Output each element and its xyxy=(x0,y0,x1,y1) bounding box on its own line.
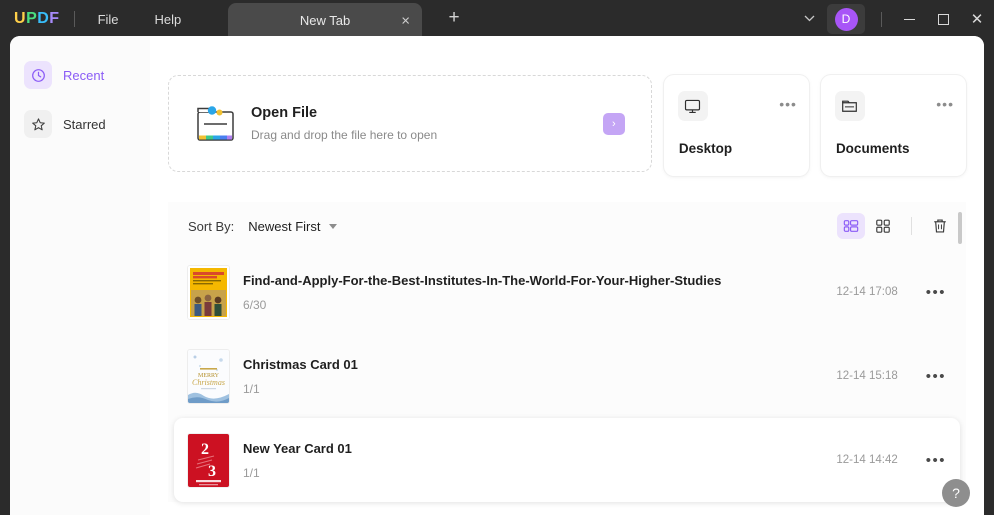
view-controls xyxy=(837,213,954,239)
recent-files-panel: Sort By: Newest First xyxy=(168,202,966,502)
monitor-icon xyxy=(678,91,708,121)
sidebar: Recent Starred xyxy=(10,36,150,515)
toolbar-divider xyxy=(911,217,912,235)
close-window-button[interactable]: ✕ xyxy=(960,0,994,38)
sidebar-item-label: Starred xyxy=(63,117,106,132)
place-card-label: Documents xyxy=(836,141,910,156)
file-pages: 6/30 xyxy=(243,298,836,312)
file-pages: 1/1 xyxy=(243,382,836,396)
file-pages: 1/1 xyxy=(243,466,836,480)
plus-icon[interactable]: + xyxy=(443,8,465,27)
logo-letter-u: U xyxy=(14,10,26,28)
title-bar: UPDF File Help New Tab × + D ✕ xyxy=(0,0,994,38)
file-timestamp: 12-14 17:08 xyxy=(836,286,897,298)
sidebar-item-label: Recent xyxy=(63,68,104,83)
folder-icon xyxy=(195,104,237,144)
avatar: D xyxy=(835,8,858,31)
updf-logo: UPDF xyxy=(14,10,60,28)
file-name: New Year Card 01 xyxy=(243,441,836,456)
file-menu-icon[interactable]: ••• xyxy=(926,453,946,468)
control-divider xyxy=(881,12,882,27)
scrollbar-thumb[interactable] xyxy=(958,212,962,244)
file-info: Christmas Card 01 1/1 xyxy=(243,357,836,396)
chevron-down-icon[interactable] xyxy=(329,224,337,229)
logo-divider xyxy=(74,11,75,27)
logo-letter-p: P xyxy=(26,10,37,28)
place-card-label: Desktop xyxy=(679,141,732,156)
open-file-arrow-button[interactable]: › xyxy=(603,113,625,135)
svg-text:2: 2 xyxy=(201,441,209,458)
svg-text:Christmas: Christmas xyxy=(192,378,225,387)
folder-icon xyxy=(835,91,865,121)
clock-icon xyxy=(24,61,52,89)
menu-file[interactable]: File xyxy=(85,6,132,33)
sidebar-item-recent[interactable]: Recent xyxy=(24,58,138,92)
file-menu-icon[interactable]: ••• xyxy=(926,285,946,300)
table-row[interactable]: 2 3 New Year Card 01 xyxy=(174,418,960,502)
sort-by-value[interactable]: Newest First xyxy=(248,219,320,234)
table-row[interactable]: MERRY Christmas Christmas Card 01 1/1 xyxy=(174,334,960,418)
menu-help[interactable]: Help xyxy=(142,6,195,33)
file-thumbnail: MERRY Christmas xyxy=(188,350,229,403)
minimize-button[interactable] xyxy=(892,0,926,38)
place-menu-icon[interactable]: ••• xyxy=(936,97,954,111)
open-file-texts: Open File Drag and drop the file here to… xyxy=(251,105,437,142)
place-card-desktop[interactable]: ••• Desktop xyxy=(664,75,809,176)
sort-by-label: Sort By: xyxy=(188,219,234,234)
tab-new-tab[interactable]: New Tab × xyxy=(228,3,422,38)
file-thumbnail xyxy=(188,266,229,319)
grid-view-button[interactable] xyxy=(869,213,897,239)
help-button[interactable]: ? xyxy=(942,479,970,507)
tab-label: New Tab xyxy=(300,13,350,28)
logo-letter-f: F xyxy=(49,10,59,28)
maximize-button[interactable] xyxy=(926,0,960,38)
chevron-down-icon[interactable] xyxy=(792,13,827,25)
file-name: Christmas Card 01 xyxy=(243,357,836,372)
window-body: Recent Starred xyxy=(10,36,984,515)
open-file-subtitle: Drag and drop the file here to open xyxy=(251,128,437,142)
file-list: Find-and-Apply-For-the-Best-Institutes-I… xyxy=(168,250,966,502)
file-info: New Year Card 01 1/1 xyxy=(243,441,836,480)
file-thumbnail: 2 3 xyxy=(188,434,229,487)
close-icon: ✕ xyxy=(971,12,984,27)
open-file-title: Open File xyxy=(251,105,437,121)
logo-letter-d: D xyxy=(37,10,49,28)
file-menu-icon[interactable]: ••• xyxy=(926,369,946,384)
maximize-icon xyxy=(938,14,949,25)
table-row[interactable]: Find-and-Apply-For-the-Best-Institutes-I… xyxy=(174,250,960,334)
main-content: Open File Drag and drop the file here to… xyxy=(150,36,984,515)
avatar-button[interactable]: D xyxy=(827,4,865,34)
minimize-icon xyxy=(904,19,915,20)
star-icon xyxy=(24,110,52,138)
file-info: Find-and-Apply-For-the-Best-Institutes-I… xyxy=(243,273,836,312)
updf-window: UPDF File Help New Tab × + D ✕ xyxy=(0,0,994,515)
trash-button[interactable] xyxy=(926,213,954,239)
place-menu-icon[interactable]: ••• xyxy=(779,97,797,111)
file-timestamp: 12-14 14:42 xyxy=(836,454,897,466)
close-icon[interactable]: × xyxy=(401,13,410,28)
place-card-documents[interactable]: ••• Documents xyxy=(821,75,966,176)
sidebar-item-starred[interactable]: Starred xyxy=(24,107,138,141)
window-controls: D ✕ xyxy=(792,0,994,38)
quick-access-cards: Open File Drag and drop the file here to… xyxy=(168,36,966,176)
file-timestamp: 12-14 15:18 xyxy=(836,370,897,382)
sort-toolbar: Sort By: Newest First xyxy=(168,202,966,250)
open-file-card[interactable]: Open File Drag and drop the file here to… xyxy=(168,75,652,172)
svg-text:3: 3 xyxy=(208,463,216,480)
list-view-button[interactable] xyxy=(837,213,865,239)
file-name: Find-and-Apply-For-the-Best-Institutes-I… xyxy=(243,273,836,288)
